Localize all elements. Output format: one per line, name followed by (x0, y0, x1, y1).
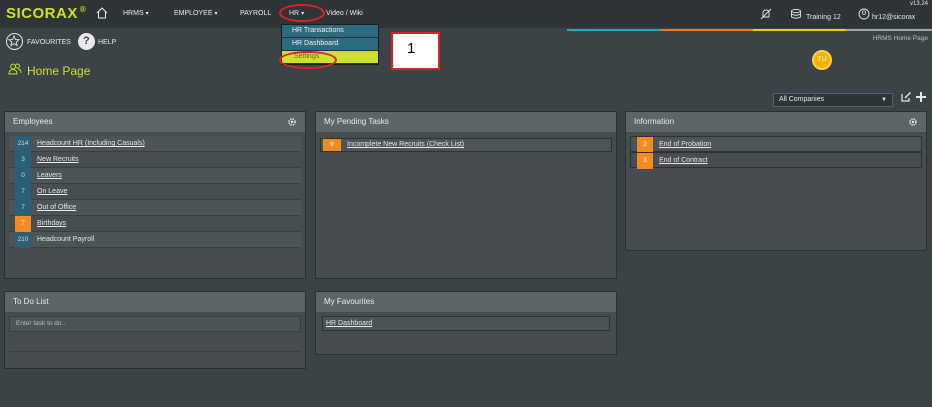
employee-row-headcount-payroll: 210 Headcount Payroll (9, 232, 301, 248)
employee-row-birthdays: 7 Birthdays (9, 216, 301, 232)
count-badge: 3 (637, 153, 653, 169)
favourites-button[interactable]: FAVOURITES (27, 39, 71, 46)
database-icon (791, 8, 801, 19)
hr-annotation-circle (279, 4, 325, 22)
star-icon[interactable] (6, 33, 23, 50)
user-avatar[interactable]: TU (812, 50, 832, 70)
accent-strip-yellow (753, 29, 846, 31)
gear-icon[interactable] (287, 117, 297, 127)
count-badge: 7 (15, 184, 31, 200)
top-nav-bar: SICORAX ® HRMS ▾ EMPLOYEE ▾ PAYROLL HR ▾ … (0, 0, 932, 28)
users-icon (8, 63, 22, 75)
pending-tasks-panel: My Pending Tasks 9 Incomplete New Recrui… (315, 111, 617, 279)
help-button[interactable]: HELP (98, 39, 116, 46)
database-name[interactable]: Training 12 (806, 14, 841, 21)
menu-item-hr-transactions[interactable]: HR Transactions (282, 25, 378, 37)
notifications-off-icon[interactable] (760, 8, 772, 20)
panel-header: Employees (5, 112, 305, 132)
employee-row-headcount: 214 Headcount HR (Including Casuals) (9, 136, 301, 152)
panel-header: My Pending Tasks (316, 112, 616, 132)
company-select[interactable]: All Companies ▼ (773, 93, 893, 107)
panel-header: To Do List (5, 292, 305, 312)
count-badge: 2 (637, 137, 653, 153)
count-badge: 3 (15, 152, 31, 168)
count-badge: 7 (15, 200, 31, 216)
settings-annotation-circle (279, 51, 337, 69)
count-badge: 214 (15, 136, 31, 152)
app-logo[interactable]: SICORAX ® (6, 5, 86, 22)
count-badge: 0 (15, 168, 31, 184)
breadcrumb[interactable]: HRMS Home Page (873, 35, 928, 42)
headcount-payroll-label: Headcount Payroll (37, 236, 95, 243)
end-of-contract-link[interactable]: End of Contract (659, 153, 708, 169)
headcount-link[interactable]: Headcount HR (Including Casuals) (37, 136, 145, 152)
add-icon[interactable] (915, 91, 927, 103)
favourites-panel: My Favourites HR Dashboard (315, 291, 617, 355)
panel-header: My Favourites (316, 292, 616, 312)
nav-hrms[interactable]: HRMS ▾ (123, 10, 149, 17)
todo-list-empty-row (9, 336, 301, 352)
task-row: 9 Incomplete New Recruits (Check List) (320, 138, 612, 152)
count-badge: 9 (323, 139, 341, 151)
todo-input[interactable]: Enter task to do.. (9, 316, 301, 332)
employee-row-leavers: 0 Leavers (9, 168, 301, 184)
on-leave-link[interactable]: On Leave (37, 184, 67, 200)
page-title: Home Page (27, 64, 91, 78)
user-icon (858, 8, 870, 20)
information-panel: Information 2 End of Probation 3 End of … (625, 111, 927, 251)
out-of-office-link[interactable]: Out of Office (37, 200, 76, 216)
step-number: 1 (407, 40, 416, 57)
menu-item-hr-dashboard[interactable]: HR Dashboard (282, 38, 378, 50)
employee-row-on-leave: 7 On Leave (9, 184, 301, 200)
home-icon[interactable] (95, 6, 109, 20)
gear-icon[interactable] (908, 117, 918, 127)
user-account[interactable]: hr12@sicorax (872, 14, 915, 21)
employee-row-out-of-office: 7 Out of Office (9, 200, 301, 216)
count-badge: 7 (15, 216, 31, 232)
favourite-item[interactable]: HR Dashboard (322, 316, 610, 331)
accent-strip-teal (567, 29, 660, 31)
incomplete-recruits-link[interactable]: Incomplete New Recruits (Check List) (347, 139, 464, 151)
nav-payroll[interactable]: PAYROLL (240, 10, 271, 17)
leavers-link[interactable]: Leavers (37, 168, 62, 184)
chevron-down-icon: ▼ (881, 97, 887, 103)
accent-strip-orange (660, 29, 753, 31)
edit-icon[interactable] (900, 91, 912, 103)
employee-row-new-recruits: 3 New Recruits (9, 152, 301, 168)
end-of-probation-link[interactable]: End of Probation (659, 137, 711, 153)
info-row-contract: 3 End of Contract (630, 152, 922, 169)
accent-strip-grey (846, 29, 932, 31)
employees-panel: Employees 214 Headcount HR (Including Ca… (4, 111, 306, 279)
birthdays-link[interactable]: Birthdays (37, 216, 66, 232)
panel-header: Information (626, 112, 926, 132)
todo-panel: To Do List Enter task to do.. (4, 291, 306, 369)
new-recruits-link[interactable]: New Recruits (37, 152, 79, 168)
count-badge: 210 (15, 232, 31, 248)
step-callout: 1 (391, 32, 440, 70)
app-version: v13.24 (909, 1, 928, 7)
help-icon[interactable]: ? (78, 33, 95, 50)
nav-employee[interactable]: EMPLOYEE ▾ (174, 10, 217, 17)
info-row-probation: 2 End of Probation (630, 136, 922, 153)
nav-video-wiki[interactable]: Video / Wiki (326, 10, 363, 17)
